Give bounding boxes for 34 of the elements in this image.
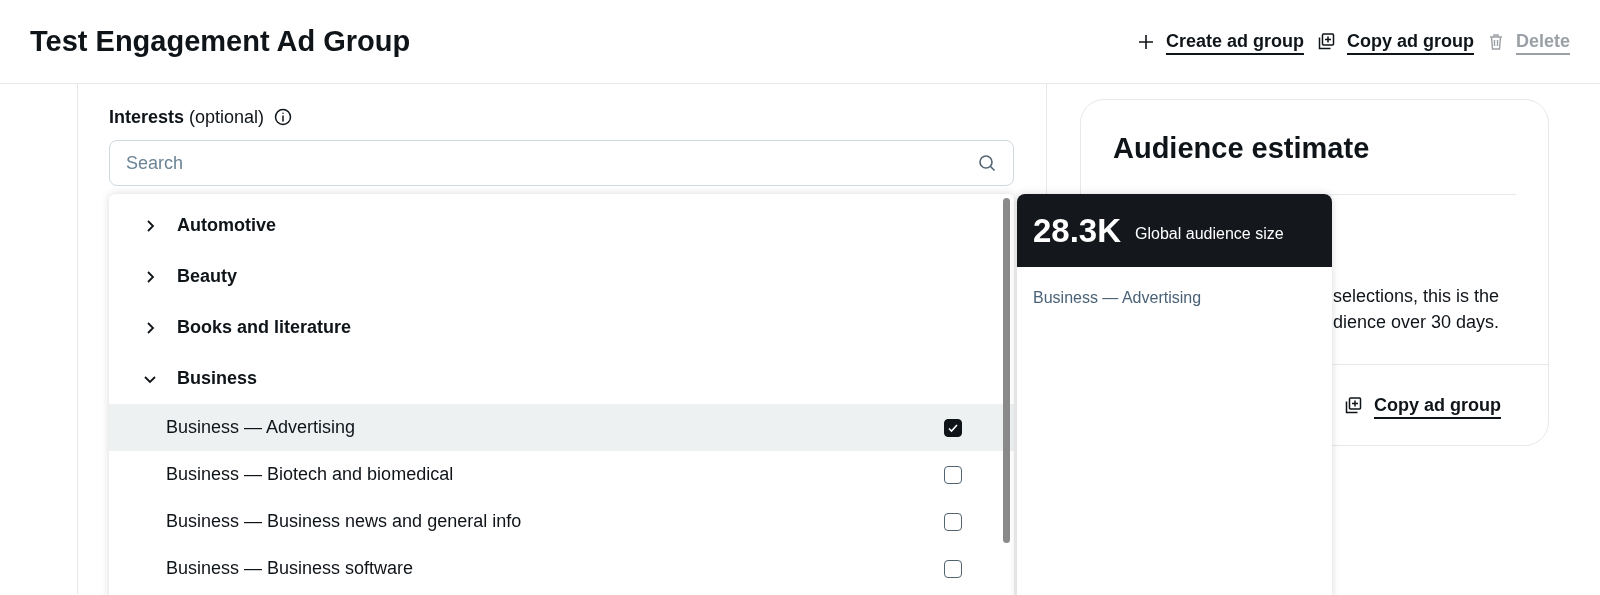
action-link[interactable]: Create ad group (1165, 31, 1304, 52)
checkbox[interactable] (944, 512, 962, 531)
search-icon (978, 154, 996, 172)
copy-icon (1317, 33, 1335, 50)
plus-icon (1137, 33, 1154, 50)
subcategory-label: Business — Advertising (166, 417, 356, 438)
action-link[interactable]: Copy ad group (1346, 31, 1474, 52)
checkbox[interactable] (944, 465, 962, 484)
subcategory-label: Business — Business software (166, 558, 414, 579)
card-title: Audience estimate (1113, 132, 1371, 165)
subcategory-row[interactable]: Business — Business software (109, 545, 1014, 592)
scrollbar[interactable] (1003, 198, 1010, 543)
copy-link[interactable]: Copy ad group (1374, 395, 1501, 416)
field-label: Interests (optional) (109, 106, 265, 128)
trash-icon (1487, 33, 1504, 50)
subcategory-row[interactable]: Business — Advertising (109, 404, 1014, 451)
search-field[interactable]: Search (109, 140, 1014, 186)
category-label[interactable]: Books and literature (177, 317, 352, 338)
category-label[interactable]: Business (177, 368, 258, 389)
subcategory-row[interactable]: Business — Biotech and biomedical (109, 451, 1014, 498)
audience-size: 28.3K (1033, 211, 1122, 250)
subcategory-label: Business — Biotech and biomedical (166, 464, 454, 485)
page-title: Test Engagement Ad Group (30, 25, 411, 58)
copy-icon (1345, 397, 1362, 414)
selection-label: Business — Advertising (1032, 288, 1203, 307)
info-icon (274, 108, 293, 126)
category-label[interactable]: Beauty (177, 266, 238, 287)
checkbox[interactable] (944, 559, 962, 578)
card-description: selections, this is the dience over 30 days. (1333, 285, 1501, 334)
subcategory-label: Business — Business news and general info (166, 511, 522, 532)
audience-caption: Global audience size (1135, 224, 1284, 243)
checkbox[interactable] (944, 418, 962, 437)
subcategory-row[interactable]: Business — Business news and general info (109, 498, 1014, 545)
category-label[interactable]: Automotive (177, 215, 276, 236)
